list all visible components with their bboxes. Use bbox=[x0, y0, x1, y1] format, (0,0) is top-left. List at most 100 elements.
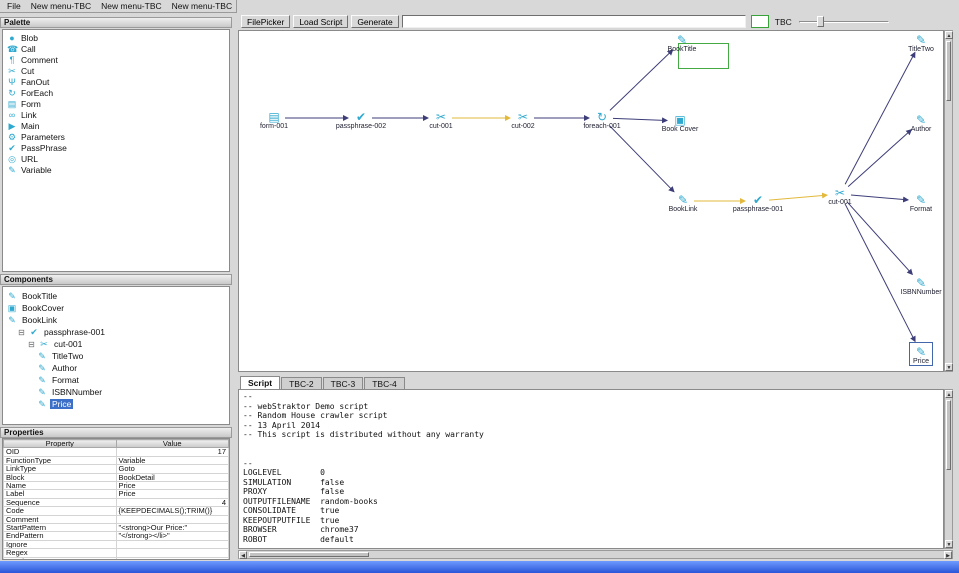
scroll-up-icon[interactable]: ▲ bbox=[945, 390, 953, 398]
scrollbar-thumb[interactable] bbox=[946, 41, 951, 101]
scrollbar-thumb[interactable] bbox=[249, 552, 369, 557]
script-path-input[interactable] bbox=[401, 15, 746, 28]
tab-script[interactable]: Script bbox=[240, 376, 281, 390]
property-row[interactable]: XPath bbox=[3, 556, 229, 559]
property-row[interactable]: Label Price bbox=[3, 489, 229, 499]
filepicker-button[interactable]: FilePicker bbox=[241, 15, 291, 28]
properties-panel-header[interactable]: Properties bbox=[0, 427, 232, 438]
palette-item-url[interactable]: ◎ URL bbox=[3, 153, 229, 164]
palette-item-passphrase[interactable]: ✔ PassPhrase bbox=[3, 142, 229, 153]
tree-item-bookcover[interactable]: ▣ BookCover bbox=[3, 302, 229, 314]
generate-button[interactable]: Generate bbox=[351, 15, 399, 28]
scroll-down-icon[interactable]: ▼ bbox=[945, 540, 953, 548]
tree-item-price[interactable]: ✎ Price bbox=[3, 398, 229, 410]
palette-item-link[interactable]: ∞ Link bbox=[3, 109, 229, 120]
node-passphrase-001-passphrase-001[interactable]: ✔ passphrase-001 bbox=[726, 194, 790, 214]
property-row[interactable]: Name Price bbox=[3, 481, 229, 491]
scroll-down-icon[interactable]: ▼ bbox=[945, 363, 953, 371]
property-row[interactable]: Block BookDetail bbox=[3, 472, 229, 483]
palette-item-parameters[interactable]: ⚙ Parameters bbox=[3, 131, 229, 142]
script-panel[interactable]: -- -- webStraktor Demo script -- Random … bbox=[238, 389, 944, 549]
node-cut-001-cut-001a[interactable]: ✂ cut-001 bbox=[409, 111, 473, 131]
expander-icon[interactable]: ⊟ bbox=[17, 328, 26, 337]
tree-item-passphrase-001[interactable]: ⊟ ✔ passphrase-001 bbox=[3, 326, 229, 338]
property-value[interactable]: Variable bbox=[115, 455, 229, 466]
scroll-up-icon[interactable]: ▲ bbox=[945, 31, 953, 39]
palette-item-comment[interactable]: ¶ Comment bbox=[3, 54, 229, 65]
node-booklink-booklink[interactable]: ✎ BookLink bbox=[651, 194, 715, 214]
tree-item-cut-001[interactable]: ⊟ ✂ cut-001 bbox=[3, 338, 229, 350]
palette-item-foreach[interactable]: ↻ ForEach bbox=[3, 87, 229, 98]
palette-item-blob[interactable]: ● Blob bbox=[3, 32, 229, 43]
property-row[interactable]: EndPattern "</strong></li>" bbox=[3, 531, 229, 541]
load-script-button[interactable]: Load Script bbox=[293, 15, 349, 28]
node-price-price[interactable]: ✎ Price bbox=[889, 346, 943, 366]
property-row[interactable]: Comment bbox=[3, 514, 229, 525]
menu-item-new-menu-tbc-1[interactable]: New menu-TBC bbox=[26, 1, 96, 11]
palette-item-call[interactable]: ☎ Call bbox=[3, 43, 229, 54]
tree-item-titletwo[interactable]: ✎ TitleTwo bbox=[3, 350, 229, 362]
property-value[interactable]: Price bbox=[115, 481, 229, 491]
property-row[interactable]: Regex bbox=[3, 548, 229, 558]
property-row[interactable]: StartPattern "<strong>Our Price:" bbox=[3, 523, 229, 533]
tree-item-isbnnumber[interactable]: ✎ ISBNNumber bbox=[3, 386, 229, 398]
property-row[interactable]: Code {KEEPDECIMALS();TRIM()} bbox=[3, 506, 229, 516]
node-form-001-form-001[interactable]: ▤ form-001 bbox=[242, 111, 306, 131]
zoom-slider[interactable] bbox=[798, 15, 889, 28]
scrollbar-thumb[interactable] bbox=[946, 400, 951, 470]
property-value[interactable] bbox=[115, 548, 229, 558]
node-cut-002-cut-002[interactable]: ✂ cut-002 bbox=[491, 111, 555, 131]
link-icon: ✎ bbox=[8, 315, 16, 325]
palette-panel-header[interactable]: Palette bbox=[0, 17, 232, 28]
node-format-format[interactable]: ✎ Format bbox=[889, 194, 943, 214]
property-value[interactable]: 17 bbox=[115, 447, 229, 457]
property-value[interactable]: Price bbox=[115, 489, 229, 499]
slider-thumb[interactable] bbox=[816, 16, 824, 27]
palette-item-cut[interactable]: ✂ Cut bbox=[3, 65, 229, 76]
menu-item-new-menu-tbc-2[interactable]: New menu-TBC bbox=[96, 1, 166, 11]
node-passphrase-002-passphrase-002[interactable]: ✔ passphrase-002 bbox=[329, 111, 393, 131]
property-row[interactable]: LinkType Goto bbox=[3, 464, 229, 474]
expander-icon[interactable]: ⊟ bbox=[27, 340, 36, 349]
canvas-vertical-scrollbar[interactable]: ▲ ▼ bbox=[944, 30, 953, 372]
property-value[interactable] bbox=[115, 514, 229, 525]
property-row[interactable]: Sequence 4 bbox=[3, 497, 229, 508]
menu-item-new-menu-tbc-3[interactable]: New menu-TBC bbox=[167, 1, 237, 11]
tree-item-booktitle[interactable]: ✎ BookTitle bbox=[3, 290, 229, 302]
scroll-left-icon[interactable]: ◀ bbox=[239, 551, 247, 559]
node-author-author[interactable]: ✎ Author bbox=[889, 114, 943, 134]
property-value[interactable]: {KEEPDECIMALS();TRIM()} bbox=[115, 506, 229, 516]
tree-item-format[interactable]: ✎ Format bbox=[3, 374, 229, 386]
components-panel-header[interactable]: Components bbox=[0, 274, 232, 285]
node-foreach-001-foreach-001[interactable]: ↻ foreach-001 bbox=[570, 111, 634, 131]
tree-item-booklink[interactable]: ✎ BookLink bbox=[3, 314, 229, 326]
script-vertical-scrollbar[interactable]: ▲ ▼ bbox=[944, 389, 953, 549]
palette-item-variable[interactable]: ✎ Variable bbox=[3, 164, 229, 175]
palette-item-main[interactable]: ▶ Main bbox=[3, 120, 229, 131]
palette-item-fanout[interactable]: Ψ FanOut bbox=[3, 76, 229, 87]
property-value[interactable]: BookDetail bbox=[115, 472, 229, 483]
scroll-right-icon[interactable]: ▶ bbox=[944, 551, 952, 559]
properties-col-header[interactable]: Property bbox=[3, 439, 117, 449]
menu-item-file-0[interactable]: File bbox=[2, 1, 26, 11]
script-horizontal-scrollbar[interactable]: ◀ ▶ bbox=[238, 550, 953, 559]
node-booktitle-booktitle[interactable]: ✎ BookTitle bbox=[650, 34, 714, 54]
property-value[interactable]: Goto bbox=[115, 464, 229, 474]
flow-canvas[interactable]: ▤ form-001 ✔ passphrase-002 ✂ cut-001 ✂ cut-002… bbox=[238, 30, 944, 372]
node-isbnnumber-isbnnumber[interactable]: ✎ ISBNNumber bbox=[889, 277, 943, 297]
node-titletwo-titletwo[interactable]: ✎ TitleTwo bbox=[889, 34, 943, 54]
property-value[interactable]: "<strong>Our Price:" bbox=[115, 523, 229, 533]
palette-item-form[interactable]: ▤ Form bbox=[3, 98, 229, 109]
property-row[interactable]: FunctionType Variable bbox=[3, 455, 229, 466]
property-value[interactable] bbox=[115, 556, 229, 559]
property-row[interactable]: OID 17 bbox=[3, 447, 229, 457]
property-value[interactable] bbox=[115, 539, 229, 550]
property-value[interactable]: 4 bbox=[115, 497, 229, 508]
properties-col-header[interactable]: Value bbox=[115, 439, 229, 449]
property-value[interactable]: "</strong></li>" bbox=[115, 531, 229, 541]
taskbar[interactable] bbox=[0, 561, 959, 573]
property-row[interactable]: Ignore bbox=[3, 539, 229, 550]
node-book-cover-bookcover[interactable]: ▣ Book Cover bbox=[648, 114, 712, 134]
tree-item-author[interactable]: ✎ Author bbox=[3, 362, 229, 374]
node-cut-001-cut-001b[interactable]: ✂ cut-001 bbox=[808, 187, 872, 207]
